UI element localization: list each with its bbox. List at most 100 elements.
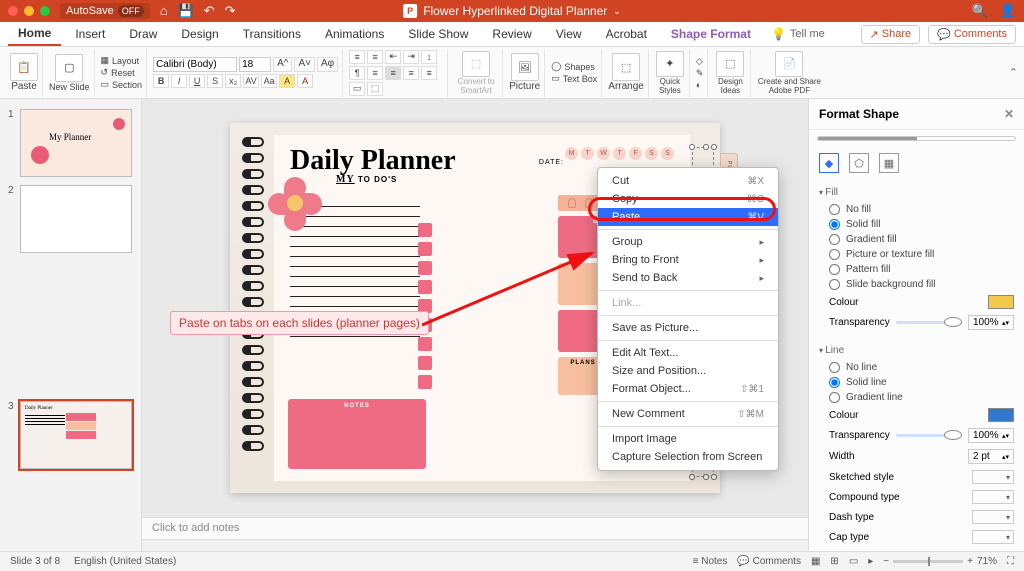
align-left-button[interactable]: ≡	[367, 66, 383, 80]
fill-transparency-value[interactable]: 100%▴▾	[968, 315, 1014, 330]
tab-animations[interactable]: Animations	[315, 23, 394, 45]
comments-button[interactable]: 💬 Comments	[928, 25, 1016, 44]
shape-options-tab[interactable]: Shape Options	[818, 137, 917, 141]
sketched-dropdown[interactable]	[972, 470, 1014, 484]
text-options-tab[interactable]: Text Options	[917, 137, 1016, 141]
tell-me-icon[interactable]: 💡	[771, 27, 786, 41]
smartart-group[interactable]: ⬚Convert to SmartArt	[450, 49, 503, 97]
textbox-button[interactable]: ▭ Text Box	[551, 73, 597, 84]
undo-icon[interactable]: ↶	[204, 3, 215, 19]
size-props-icon[interactable]: ▦	[879, 153, 899, 173]
line-colour-swatch[interactable]	[988, 408, 1014, 422]
cap-dropdown[interactable]	[972, 530, 1014, 544]
effects-icon[interactable]: ⬠	[849, 153, 869, 173]
slideshow-view-icon[interactable]: ▸	[868, 556, 873, 567]
horizontal-scrollbar[interactable]	[142, 539, 808, 551]
collapse-ribbon-icon[interactable]: ⌃	[1009, 66, 1018, 79]
tab-shape-format[interactable]: Shape Format	[661, 23, 761, 45]
fill-transparency-slider[interactable]	[896, 321, 962, 324]
ctx-capture-selection[interactable]: Capture Selection from Screen	[598, 448, 778, 466]
tab-transitions[interactable]: Transitions	[233, 23, 311, 45]
notes-pane[interactable]: Click to add notes	[142, 517, 808, 539]
save-icon[interactable]: 💾	[178, 3, 194, 19]
font-name-input[interactable]	[153, 57, 237, 72]
arrange-group[interactable]: ⬚Arrange	[604, 49, 649, 97]
ctx-save-as-picture[interactable]: Save as Picture...	[598, 319, 778, 337]
sub-button[interactable]: x₂	[225, 74, 241, 88]
solid-line-radio[interactable]: Solid line	[819, 375, 1014, 390]
line-width-value[interactable]: 2 pt▴▾	[968, 449, 1014, 464]
fit-icon[interactable]: ⛶	[1007, 556, 1014, 567]
autosave-toggle[interactable]: AutoSave OFF	[60, 3, 150, 19]
quick-styles-group[interactable]: ✦Quick Styles	[651, 49, 690, 97]
font-color-button[interactable]: A	[297, 74, 313, 88]
thumb-3[interactable]: 3Daily Planner	[0, 397, 141, 473]
tab-review[interactable]: Review	[482, 23, 541, 45]
redo-icon[interactable]: ↷	[225, 3, 236, 19]
highlight-button[interactable]: A	[279, 74, 295, 88]
close-icon[interactable]: ✕	[1004, 107, 1014, 121]
dash-dropdown[interactable]	[972, 510, 1014, 524]
pattern-fill-radio[interactable]: Pattern fill	[819, 262, 1014, 277]
home-icon[interactable]: ⌂	[160, 3, 168, 19]
new-slide-group[interactable]: ▢New Slide	[45, 49, 95, 97]
tab-acrobat[interactable]: Acrobat	[596, 23, 657, 45]
shapes-button[interactable]: ◯ Shapes	[551, 61, 597, 72]
case-button[interactable]: Aa	[261, 74, 277, 88]
fill-section[interactable]: Fill	[819, 183, 1014, 202]
slide-bg-fill-radio[interactable]: Slide background fill	[819, 277, 1014, 292]
section-button[interactable]: ▭ Section	[101, 79, 143, 90]
search-icon[interactable]: 🔍	[972, 3, 988, 19]
solid-fill-radio[interactable]: Solid fill	[819, 217, 1014, 232]
tab-view[interactable]: View	[546, 23, 592, 45]
picture-group[interactable]: 🖼Picture	[505, 49, 545, 97]
ctx-import-image[interactable]: Import Image	[598, 430, 778, 448]
fill-colour-swatch[interactable]	[988, 295, 1014, 309]
user-icon[interactable]: 👤	[1000, 3, 1016, 19]
tab-insert[interactable]: Insert	[65, 23, 115, 45]
increase-font-icon[interactable]: A^	[273, 57, 292, 72]
no-fill-radio[interactable]: No fill	[819, 202, 1014, 217]
share-button[interactable]: ↗ Share	[861, 25, 921, 44]
no-line-radio[interactable]: No line	[819, 360, 1014, 375]
reset-button[interactable]: ↺ Reset	[101, 67, 143, 78]
notes-toggle[interactable]: ≡ Notes	[693, 556, 728, 567]
strike-button[interactable]: S	[207, 74, 223, 88]
adobe-group[interactable]: 📄Create and Share Adobe PDF	[753, 49, 825, 97]
gradient-fill-radio[interactable]: Gradient fill	[819, 232, 1014, 247]
slide-indicator[interactable]: Slide 3 of 8	[10, 556, 60, 567]
tab-home[interactable]: Home	[8, 22, 61, 46]
paste-group[interactable]: 📋Paste	[6, 49, 43, 97]
ctx-copy[interactable]: Copy⌘C	[598, 190, 778, 208]
ctx-bring-to-front[interactable]: Bring to Front	[598, 251, 778, 269]
tab-draw[interactable]: Draw	[119, 23, 167, 45]
ctx-edit-alt-text[interactable]: Edit Alt Text...	[598, 344, 778, 362]
line-section[interactable]: Line	[819, 341, 1014, 360]
window-controls[interactable]	[8, 6, 50, 16]
charspace-button[interactable]: AV	[243, 74, 259, 88]
italic-button[interactable]: I	[171, 74, 187, 88]
ctx-format-object[interactable]: Format Object...⇧⌘1	[598, 380, 778, 398]
line-transparency-slider[interactable]	[896, 434, 962, 437]
ctx-paste[interactable]: Paste⌘V	[598, 208, 778, 226]
bold-button[interactable]: B	[153, 74, 169, 88]
design-ideas-group[interactable]: ⬚Design Ideas	[710, 49, 751, 97]
clear-format-icon[interactable]: Aφ	[317, 57, 338, 72]
font-size-input[interactable]	[239, 57, 271, 72]
sorter-view-icon[interactable]: ⊞	[830, 556, 838, 567]
language-indicator[interactable]: English (United States)	[74, 556, 176, 567]
layout-button[interactable]: ▦ Layout	[101, 55, 143, 66]
underline-button[interactable]: U	[189, 74, 205, 88]
tab-design[interactable]: Design	[171, 23, 228, 45]
picture-fill-radio[interactable]: Picture or texture fill	[819, 247, 1014, 262]
ctx-size-position[interactable]: Size and Position...	[598, 362, 778, 380]
chevron-down-icon[interactable]: ⌄	[613, 6, 621, 17]
ctx-new-comment[interactable]: New Comment⇧⌘M	[598, 405, 778, 423]
bullets-button[interactable]: ≡	[349, 50, 365, 64]
tab-slideshow[interactable]: Slide Show	[398, 23, 478, 45]
compound-dropdown[interactable]	[972, 490, 1014, 504]
ctx-send-to-back[interactable]: Send to Back	[598, 269, 778, 287]
tell-me-label[interactable]: Tell me	[790, 28, 825, 40]
comments-toggle[interactable]: 💬 Comments	[737, 556, 801, 567]
thumb-1[interactable]: 1	[0, 105, 141, 181]
